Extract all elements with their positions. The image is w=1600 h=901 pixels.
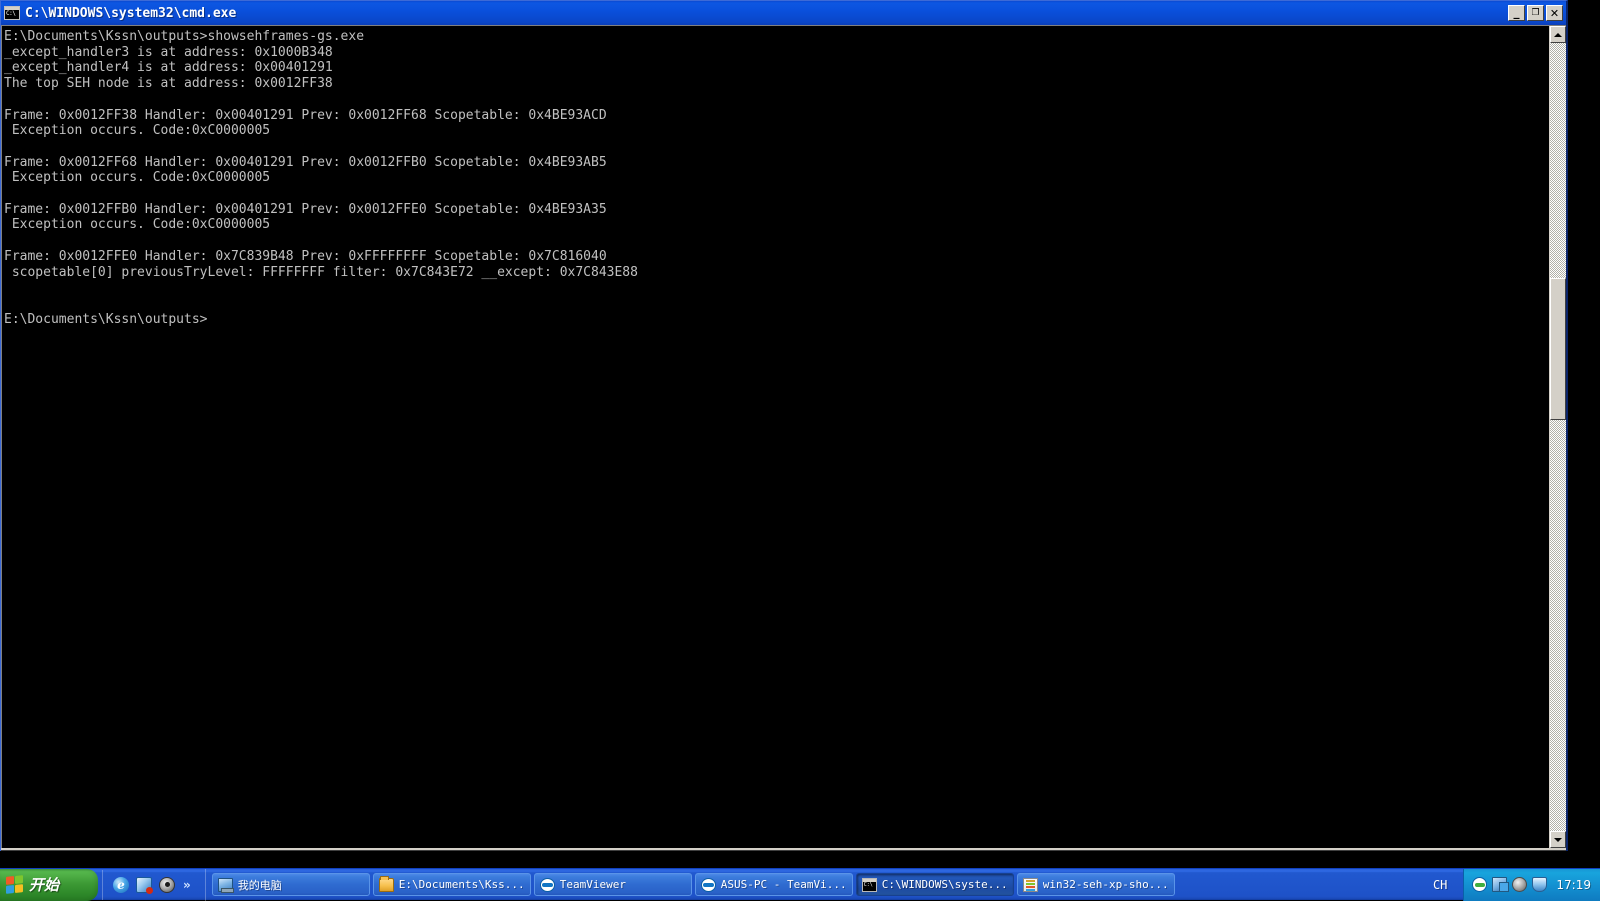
start-button[interactable]: 开始: [0, 869, 98, 901]
cmd-console-icon: [4, 6, 20, 20]
window-bottom-edge: [1, 848, 1566, 851]
task-button-teamviewer-session[interactable]: ASUS-PC - TeamVi...: [695, 873, 853, 896]
app-window-icon: [1023, 878, 1038, 892]
quick-launch-bar: e »: [102, 870, 197, 900]
task-button-cmd[interactable]: C:\WINDOWS\syste...: [856, 873, 1014, 896]
console-output-text[interactable]: E:\Documents\Kssn\outputs>showsehframes-…: [2, 26, 1549, 848]
task-button-teamviewer[interactable]: TeamViewer: [534, 873, 692, 896]
task-button-label: C:\WINDOWS\syste...: [882, 878, 1008, 891]
console-client-area[interactable]: E:\Documents\Kssn\outputs>showsehframes-…: [1, 25, 1566, 848]
teamviewer-icon: [701, 878, 716, 892]
security-center-icon[interactable]: [1532, 877, 1547, 892]
notification-area: 17:19: [1463, 869, 1600, 901]
scroll-up-button[interactable]: [1550, 26, 1566, 43]
task-button-label: 我的电脑: [238, 877, 282, 893]
vertical-scrollbar[interactable]: [1549, 26, 1566, 848]
scroll-down-button[interactable]: [1550, 831, 1566, 848]
quick-launch-overflow-icon[interactable]: »: [183, 878, 191, 892]
window-controls: _ ❐ ✕: [1508, 5, 1564, 21]
task-button-label: win32-seh-xp-sho...: [1043, 878, 1169, 891]
network-connection-icon[interactable]: [1492, 877, 1507, 892]
cmd-console-window[interactable]: C:\WINDOWS\system32\cmd.exe _ ❐ ✕ E:\Doc…: [0, 0, 1568, 851]
show-desktop-icon[interactable]: [136, 877, 152, 893]
scrollbar-thumb[interactable]: [1550, 278, 1566, 420]
folder-icon: [379, 878, 394, 892]
start-button-label: 开始: [29, 874, 59, 895]
clock[interactable]: 17:19: [1556, 878, 1591, 892]
task-button-label: TeamViewer: [560, 878, 626, 891]
window-title: C:\WINDOWS\system32\cmd.exe: [25, 6, 236, 21]
windows-flag-icon: [6, 875, 23, 894]
minimize-icon: _: [1509, 6, 1524, 20]
task-button-explorer[interactable]: E:\Documents\Kss...: [373, 873, 531, 896]
task-button-label: E:\Documents\Kss...: [399, 878, 525, 891]
teamviewer-icon: [540, 878, 555, 892]
system-tray: CH 17:19: [1425, 869, 1600, 901]
close-button[interactable]: ✕: [1546, 5, 1563, 21]
scrollbar-track[interactable]: [1550, 43, 1566, 831]
window-titlebar[interactable]: C:\WINDOWS\system32\cmd.exe _ ❐ ✕: [1, 1, 1566, 25]
restore-button[interactable]: ❐: [1527, 5, 1544, 21]
task-button-label: ASUS-PC - TeamVi...: [721, 878, 847, 891]
volume-icon[interactable]: [1512, 877, 1527, 892]
task-button-list: 我的电脑 E:\Documents\Kss... TeamViewer ASUS…: [205, 869, 1425, 901]
restore-icon: ❐: [1528, 6, 1543, 20]
task-button-my-computer[interactable]: 我的电脑: [212, 873, 370, 896]
cmd-console-icon: [862, 878, 877, 892]
my-computer-icon: [218, 878, 233, 892]
minimize-button[interactable]: _: [1508, 5, 1525, 21]
task-button-win32-seh[interactable]: win32-seh-xp-sho...: [1017, 873, 1175, 896]
media-player-icon[interactable]: [159, 877, 175, 893]
taskbar: 开始 e » 我的电脑 E:\Documents\Kss... TeamView…: [0, 868, 1600, 900]
language-indicator[interactable]: CH: [1425, 878, 1463, 892]
teamviewer-tray-icon[interactable]: [1472, 877, 1487, 892]
internet-explorer-icon[interactable]: e: [113, 877, 129, 893]
chevron-down-icon: [1554, 838, 1562, 842]
close-icon: ✕: [1547, 6, 1562, 20]
chevron-up-icon: [1554, 33, 1562, 37]
